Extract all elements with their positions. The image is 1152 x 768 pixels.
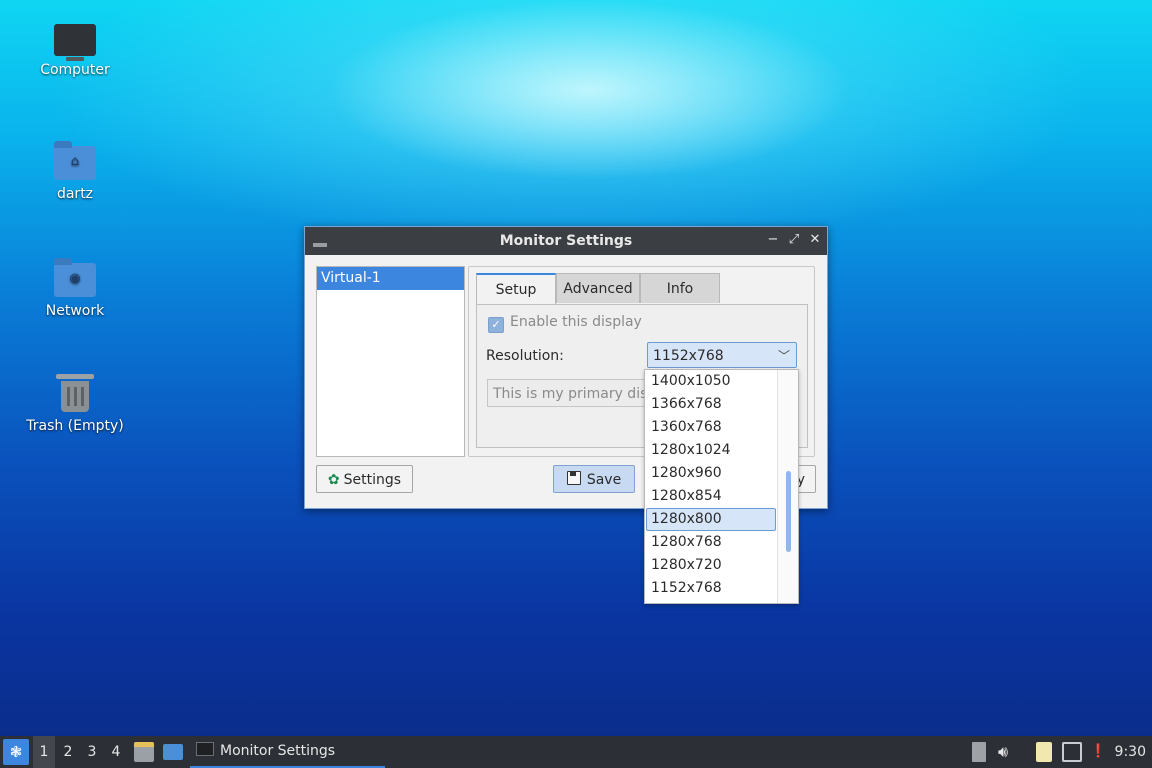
resolution-option[interactable]: 1280x1024 xyxy=(646,439,776,462)
workspace-2[interactable]: 2 xyxy=(57,736,79,768)
resolution-select[interactable]: 1152x768 ﹀ xyxy=(647,342,797,368)
save-button-label: Save xyxy=(586,472,622,488)
maximize-button[interactable]: ⤢ xyxy=(786,232,802,248)
clipboard-icon[interactable] xyxy=(1036,742,1052,762)
minimize-button[interactable]: − xyxy=(765,232,781,248)
monitor-list[interactable]: Virtual-1 xyxy=(316,266,465,457)
taskbar-task-monitor-settings[interactable]: Monitor Settings xyxy=(190,736,385,768)
resolution-option[interactable]: 1280x960 xyxy=(646,462,776,485)
resolution-option-highlighted[interactable]: 1280x800 xyxy=(646,508,776,531)
monitor-list-item[interactable]: Virtual-1 xyxy=(317,267,464,290)
eject-icon[interactable] xyxy=(972,742,986,762)
desktop-icon-label: Network xyxy=(45,303,105,319)
chevron-down-icon: ﹀ xyxy=(777,349,790,363)
resolution-dropdown-list[interactable]: 1400x1050 1366x768 1360x768 1280x1024 12… xyxy=(644,369,799,604)
save-icon xyxy=(566,471,581,485)
app-menu-icon: ❃ xyxy=(9,743,23,761)
resolution-option[interactable]: 1152x768 xyxy=(646,577,776,600)
network-icon[interactable] xyxy=(1062,742,1082,762)
computer-icon xyxy=(54,24,96,61)
window-title: Monitor Settings xyxy=(499,233,633,249)
workspace-1[interactable]: 1 xyxy=(33,736,55,768)
tab-info[interactable]: Info xyxy=(640,273,720,303)
resolution-option[interactable]: 1400x1050 xyxy=(646,370,776,393)
start-menu-button[interactable]: ❃ xyxy=(3,739,29,765)
dropdown-scrollbar[interactable] xyxy=(777,370,798,603)
resolution-option[interactable]: 1280x854 xyxy=(646,485,776,508)
window-titlebar[interactable]: Monitor Settings − ⤢ ✕ xyxy=(305,227,827,255)
enable-display-checkbox[interactable]: ✓ xyxy=(488,317,504,333)
desktop-icon-trash[interactable]: Trash (Empty) xyxy=(10,374,140,434)
show-desktop-icon[interactable] xyxy=(163,744,183,760)
home-folder-icon: ⌂ xyxy=(54,141,96,180)
settings-button[interactable]: ✿ Settings xyxy=(316,465,413,493)
tab-bar: Setup Advanced Info xyxy=(476,273,720,305)
workspace-3[interactable]: 3 xyxy=(81,736,103,768)
resolution-value: 1152x768 xyxy=(653,348,724,364)
gear-icon: ✿ xyxy=(327,472,340,488)
save-button[interactable]: Save xyxy=(553,465,635,493)
desktop-icon-label: Trash (Empty) xyxy=(26,418,124,434)
desktop-icon-label: Computer xyxy=(40,62,110,78)
resolution-option[interactable]: 1366x768 xyxy=(646,393,776,416)
trash-icon xyxy=(56,374,94,412)
monitor-app-icon xyxy=(196,742,214,756)
desktop-icon-computer[interactable]: Computer xyxy=(10,24,140,78)
resolution-option[interactable]: 1360x768 xyxy=(646,416,776,439)
resolution-label: Resolution: xyxy=(486,348,564,364)
notification-icon[interactable]: ❗ xyxy=(1090,742,1106,762)
tab-advanced[interactable]: Advanced xyxy=(556,273,640,303)
workspace-4[interactable]: 4 xyxy=(105,736,127,768)
desktop-icon-label: dartz xyxy=(56,186,94,202)
close-button[interactable]: ✕ xyxy=(807,232,823,248)
dropdown-scrollbar-thumb[interactable] xyxy=(786,471,791,552)
settings-button-label: Settings xyxy=(343,472,402,488)
volume-icon[interactable]: 🔊︎ xyxy=(998,742,1018,762)
desktop-icon-home[interactable]: ⌂ dartz xyxy=(10,141,140,202)
file-manager-launcher-icon[interactable] xyxy=(134,742,154,762)
tab-setup[interactable]: Setup xyxy=(476,273,556,305)
desktop-icon-network[interactable]: ◉ Network xyxy=(10,258,140,319)
enable-display-row[interactable]: ✓ Enable this display xyxy=(488,314,642,333)
network-folder-icon: ◉ xyxy=(54,258,96,297)
clock[interactable]: 9:30 xyxy=(1115,736,1146,768)
task-title: Monitor Settings xyxy=(220,743,336,759)
enable-display-label: Enable this display xyxy=(510,314,642,330)
resolution-option[interactable]: 1280x720 xyxy=(646,554,776,577)
taskbar: ❃ 1 2 3 4 Monitor Settings 🔊︎ ❗ 9:30 xyxy=(0,736,1152,768)
resolution-option[interactable]: 1280x768 xyxy=(646,531,776,554)
